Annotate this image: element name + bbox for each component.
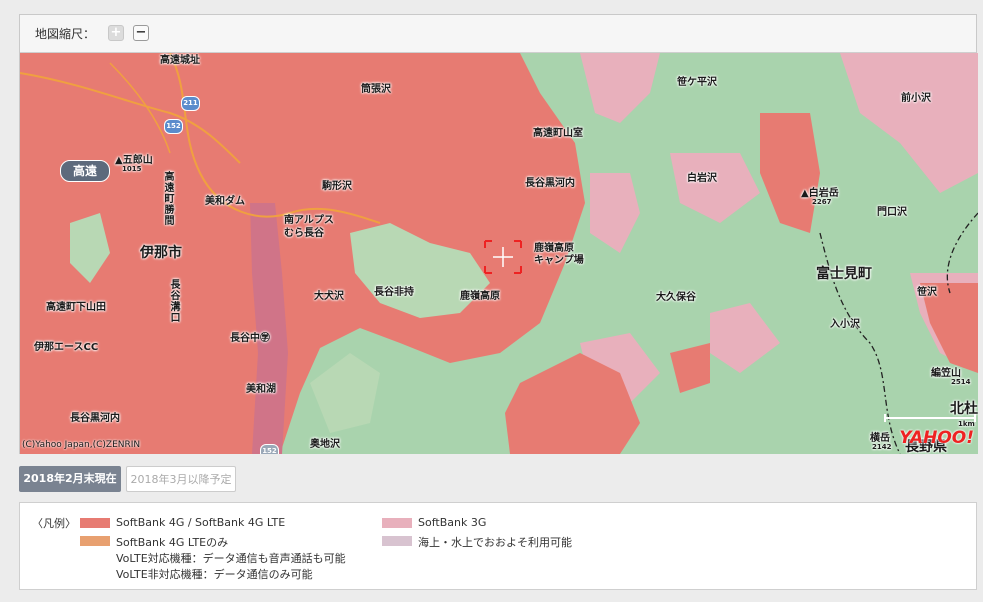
place-label: 笹沢: [917, 287, 937, 298]
scale-label: 1km: [958, 420, 975, 428]
place-label: 高遠町下山田: [46, 302, 106, 313]
place-label: 大久保谷: [656, 292, 696, 303]
yahoo-logo: YAHOO!: [899, 428, 974, 448]
place-label: 長谷黒河内: [525, 178, 575, 189]
legend-note-non-volte: VoLTE非対応機種：データ通信のみ可能: [116, 568, 313, 581]
peak-label: ▲白岩岳: [801, 188, 839, 199]
legend-note-volte: VoLTE対応機種：データ通信も音声通話も可能: [116, 552, 346, 565]
highway-badge: 高遠: [60, 160, 110, 182]
peak-label: 横岳: [870, 433, 890, 444]
map-copyright: (C)Yahoo Japan,(C)ZENRIN: [22, 440, 141, 450]
route-211-shield: 211: [181, 96, 200, 111]
coverage-map[interactable]: 高遠 211 152 152 高遠城址 筒張沢 笹ケ平沢 前小沢 ▲五郎山 10…: [20, 53, 978, 454]
place-label: 前小沢: [901, 93, 931, 104]
peak-label: ▲五郎山: [115, 155, 153, 166]
zoom-label: 地図縮尺：: [35, 27, 96, 41]
place-label: 長谷中㊫: [230, 333, 270, 344]
place-label: 入小沢: [830, 319, 860, 330]
legend-label-3g: SoftBank 3G: [418, 516, 487, 529]
place-label: 駒形沢: [322, 181, 352, 192]
place-label: 笹ケ平沢: [677, 77, 717, 88]
place-label: 高遠城址: [160, 55, 200, 66]
peak-elevation: 1015: [122, 165, 142, 173]
peak-label: 編笠山: [931, 368, 961, 379]
place-label: 伊那エースCC: [34, 342, 99, 353]
place-label: 高遠町勝間: [162, 171, 173, 226]
city-label: 伊那市: [140, 245, 182, 261]
route-152-shield: 152: [164, 119, 183, 134]
legend: 〈凡例〉 SoftBank 4G / SoftBank 4G LTE SoftB…: [19, 502, 977, 590]
place-label: キャンプ場: [534, 255, 584, 266]
peak-elevation: 2514: [951, 378, 971, 386]
place-label: 鹿嶺高原: [460, 291, 500, 302]
peak-elevation: 2267: [812, 198, 832, 206]
peak-elevation: 2142: [872, 443, 892, 451]
place-label: 美和湖: [246, 384, 276, 395]
legend-title: 〈凡例〉: [32, 517, 76, 530]
legend-label-4g: SoftBank 4G / SoftBank 4G LTE: [116, 516, 286, 529]
place-label: 筒張沢: [361, 84, 391, 95]
tab-current[interactable]: 2018年2月末現在: [19, 466, 121, 492]
zoom-in-button[interactable]: +: [108, 25, 124, 41]
place-label: 高遠町山室: [533, 128, 583, 139]
legend-label-lte-only: SoftBank 4G LTEのみ: [116, 536, 229, 549]
legend-label-sea: 海上・水上でおおよそ利用可能: [418, 536, 572, 549]
legend-swatch-sea: [382, 536, 412, 546]
city-label: 北杜: [950, 401, 978, 417]
legend-swatch-lte-only: [80, 536, 110, 546]
place-label: 長谷黒河内: [70, 413, 120, 424]
town-label: 富士見町: [816, 266, 872, 282]
place-label: むら長谷: [284, 228, 324, 239]
legend-swatch-3g: [382, 518, 412, 528]
place-label: 美和ダム: [205, 196, 245, 207]
place-label: 門口沢: [877, 207, 907, 218]
zoom-toolbar: 地図縮尺： + −: [20, 15, 976, 53]
place-label: 白岩沢: [687, 173, 717, 184]
place-label: 長谷非持: [374, 287, 414, 298]
map-panel: 地図縮尺： + − 高遠 211 152 152 高遠城址 筒張沢 笹ケ平沢 前…: [19, 14, 978, 454]
place-label: 大犬沢: [314, 291, 344, 302]
place-label: 長谷溝口: [168, 279, 179, 323]
tab-planned[interactable]: 2018年3月以降予定: [126, 466, 236, 492]
place-label: 奥地沢: [310, 439, 340, 450]
zoom-out-button[interactable]: −: [133, 25, 149, 41]
legend-swatch-4g: [80, 518, 110, 528]
route-152-shield-south: 152: [260, 444, 279, 454]
